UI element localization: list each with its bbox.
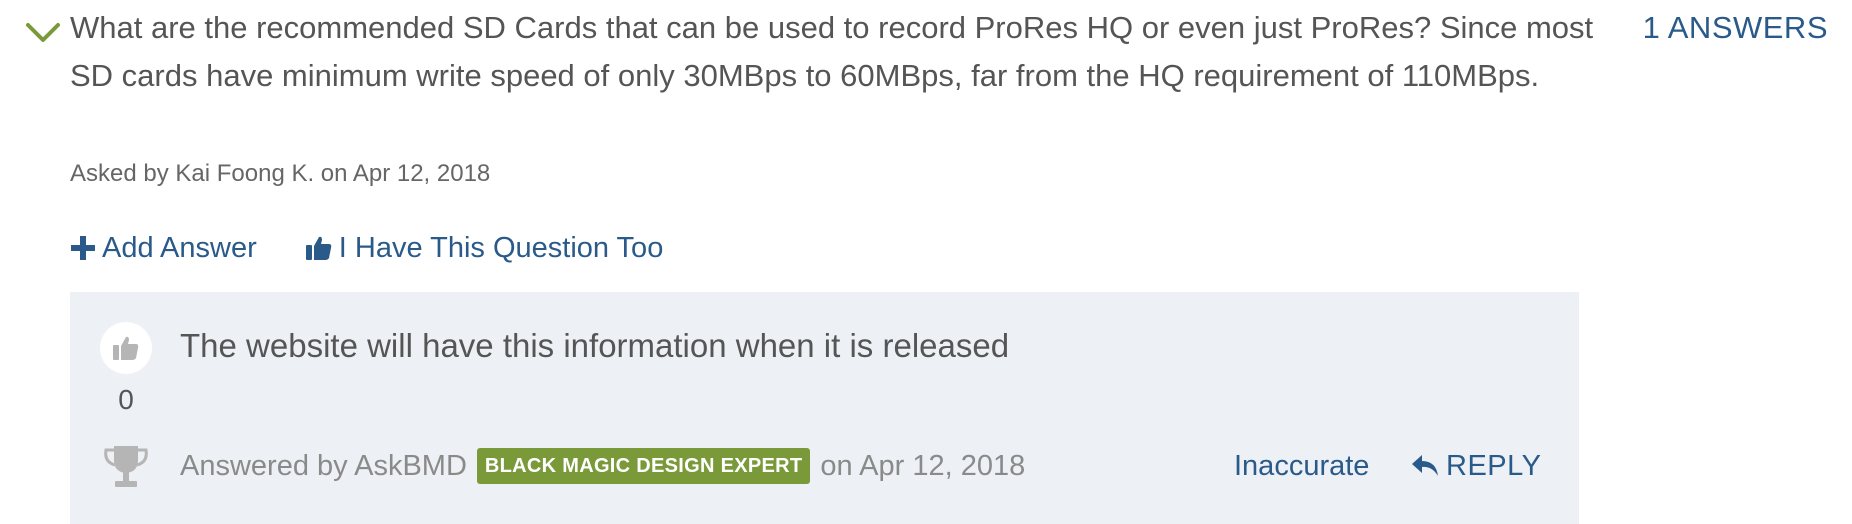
asked-by-line: Asked by Kai Foong K. on Apr 12, 2018 — [70, 160, 491, 187]
reply-button[interactable]: REPLY — [1410, 440, 1541, 492]
answer-card: 0 The website will have this information… — [70, 292, 1579, 524]
same-question-button[interactable]: I Have This Question Too — [305, 231, 664, 265]
plus-icon — [71, 236, 95, 260]
thumbs-up-icon — [113, 336, 139, 360]
reply-arrow-icon — [1412, 455, 1438, 476]
answered-by-label: Answered by AskBMD — [180, 449, 467, 482]
upvote-button[interactable] — [100, 322, 152, 374]
add-answer-button[interactable]: Add Answer — [70, 232, 257, 265]
question-item: What are the recommended SD Cards that c… — [0, 0, 1852, 524]
answered-by-line: Answered by AskBMD BLACK MAGIC DESIGN EX… — [180, 440, 1025, 492]
vote-count: 0 — [118, 384, 134, 415]
answer-date: on Apr 12, 2018 — [820, 449, 1026, 482]
same-question-label: I Have This Question Too — [338, 231, 664, 264]
answers-count-link[interactable]: 1 ANSWERS — [1643, 8, 1828, 48]
answer-text: The website will have this information w… — [180, 327, 1010, 364]
chevron-down-icon[interactable] — [24, 18, 62, 48]
question-text: What are the recommended SD Cards that c… — [70, 10, 1594, 93]
reply-label: REPLY — [1446, 449, 1542, 482]
trophy-icon — [104, 446, 148, 487]
add-answer-label: Add Answer — [102, 231, 257, 264]
thumbs-up-icon — [305, 236, 332, 260]
inaccurate-button[interactable]: Inaccurate — [1234, 440, 1369, 492]
question-actions: Add Answer I Have This Question Too — [70, 226, 663, 270]
expert-badge: BLACK MAGIC DESIGN EXPERT — [476, 448, 811, 484]
